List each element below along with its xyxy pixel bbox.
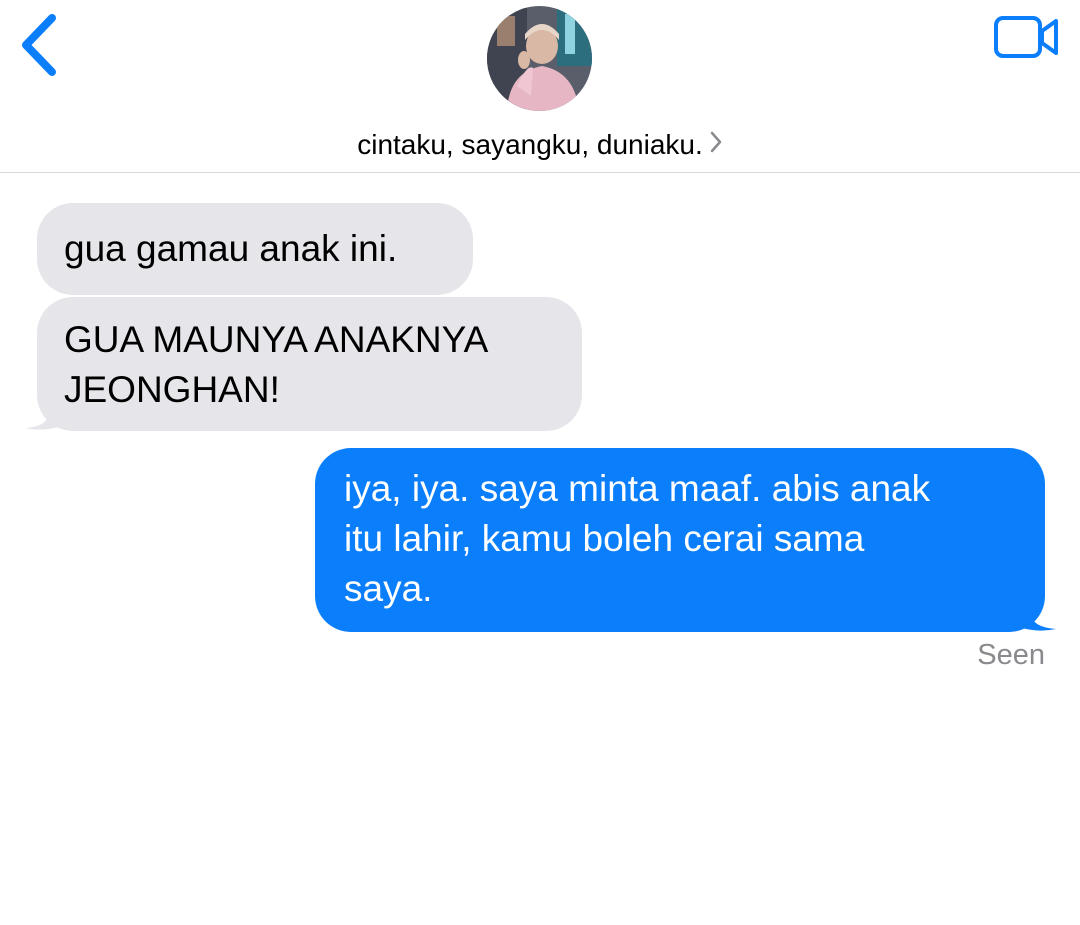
back-button[interactable] (14, 10, 66, 80)
message-text-line: GUA MAUNYA ANAKNYA (64, 319, 489, 360)
conversation-header: cintaku, sayangku, duniaku. (0, 0, 1080, 173)
message-text: gua gamau anak ini. (64, 228, 398, 269)
incoming-bubble-tail (26, 396, 62, 430)
outgoing-bubble-tail (1018, 597, 1056, 631)
message-text-line: itu lahir, kamu boleh cerai sama (344, 518, 865, 559)
video-camera-icon (994, 16, 1058, 58)
message-thread-screen: cintaku, sayangku, duniaku. gua gamau an… (0, 0, 1080, 925)
incoming-message-bubble[interactable]: GUA MAUNYA ANAKNYA JEONGHAN! (37, 297, 582, 431)
read-receipt-status: Seen (977, 639, 1045, 671)
contact-avatar[interactable] (487, 6, 592, 111)
incoming-message-bubble[interactable]: gua gamau anak ini. (37, 203, 473, 295)
avatar-image (487, 6, 592, 111)
outgoing-message-bubble[interactable]: iya, iya. saya minta maaf. abis anak itu… (315, 448, 1045, 632)
chevron-left-icon (22, 14, 56, 76)
message-text-line: saya. (344, 568, 433, 609)
contact-name-button[interactable]: cintaku, sayangku, duniaku. (0, 126, 1080, 164)
message-text-line: JEONGHAN! (64, 369, 280, 410)
contact-name-label: cintaku, sayangku, duniaku. (357, 129, 703, 160)
video-call-button[interactable] (992, 14, 1062, 60)
message-text-line: iya, iya. saya minta maaf. abis anak (344, 468, 931, 509)
chevron-right-icon (709, 126, 723, 164)
